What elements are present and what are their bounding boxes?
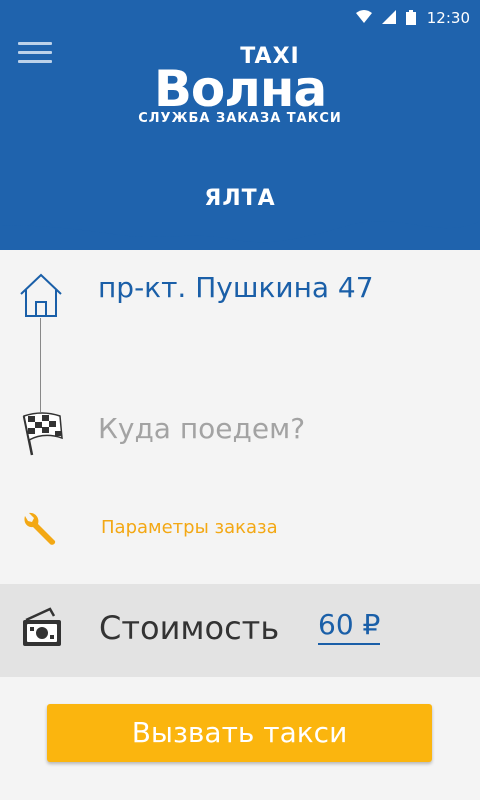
cost-label: Стоимость [99,609,280,647]
route-connector [40,318,41,412]
cost-value[interactable]: 60 ₽ [318,608,381,645]
cost-row: Стоимость 60 ₽ [0,584,480,677]
money-icon [23,607,61,646]
logo-name: Волна [153,60,327,118]
battery-icon [406,10,416,25]
from-address[interactable]: пр-кт. Пушкина 47 [98,271,374,304]
destination-input[interactable]: Куда поедем? [98,412,305,445]
call-taxi-button[interactable]: Вызвать такси [47,704,432,762]
wifi-icon [356,10,372,23]
status-bar: 12:30 [0,0,480,34]
wrench-icon [24,512,56,545]
logo-subtitle: СЛУЖБА ЗАКАЗА ТАКСИ [138,111,342,126]
status-time: 12:30 [426,9,470,27]
checkered-flag-icon [22,412,63,456]
signal-icon [382,10,396,24]
house-icon [20,273,62,317]
city-selector[interactable]: ЯЛТА [0,186,480,211]
order-params-link[interactable]: Параметры заказа [101,517,278,538]
